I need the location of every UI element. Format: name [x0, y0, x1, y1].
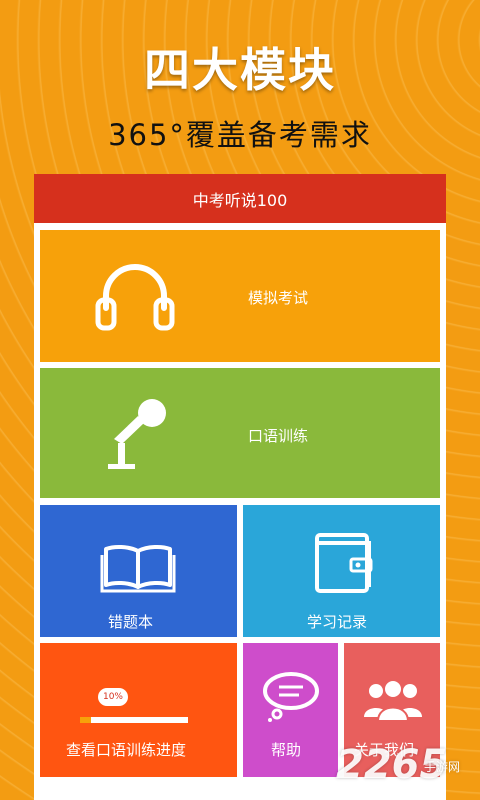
app-title: 中考听说100 — [192, 190, 288, 210]
promo-subtitle: 365°覆盖备考需求 — [108, 118, 372, 152]
watermark-logo: 2265 手游网 — [336, 742, 476, 792]
chat-bubble-icon — [263, 672, 319, 722]
progress-bar-fill — [80, 717, 91, 723]
microphone-icon — [108, 399, 166, 469]
tile-oral-progress-label: 查看口语训练进度 — [66, 741, 187, 759]
app-screen: 中考听说100 模拟考试 口语训练 错题本 学习记录 10% 查看口语训练进度 … — [34, 174, 446, 800]
open-book-icon — [100, 544, 176, 593]
headphones-icon — [95, 264, 175, 331]
tile-study-record-label: 学习记录 — [307, 613, 368, 631]
tile-mock-exam-label: 模拟考试 — [248, 289, 309, 307]
tile-wrong-questions[interactable]: 错题本 — [40, 505, 237, 637]
tile-help[interactable]: 帮助 — [243, 643, 338, 777]
app-header: 中考听说100 — [34, 174, 446, 223]
tile-oral-training-label: 口语训练 — [248, 427, 309, 445]
promo-title: 四大模块 — [144, 43, 336, 97]
tile-oral-training[interactable]: 口语训练 — [40, 368, 440, 498]
tile-oral-progress[interactable]: 10% 查看口语训练进度 — [40, 643, 237, 777]
tile-study-record[interactable]: 学习记录 — [243, 505, 440, 637]
progress-bar — [80, 717, 188, 723]
tile-mock-exam[interactable]: 模拟考试 — [40, 230, 440, 362]
progress-percent-badge: 10% — [98, 688, 128, 706]
tile-help-label: 帮助 — [271, 741, 302, 759]
tile-wrong-questions-label: 错题本 — [108, 613, 154, 631]
wallet-icon — [315, 533, 373, 593]
watermark-site: 手游网 — [424, 760, 461, 774]
people-icon — [364, 679, 422, 721]
